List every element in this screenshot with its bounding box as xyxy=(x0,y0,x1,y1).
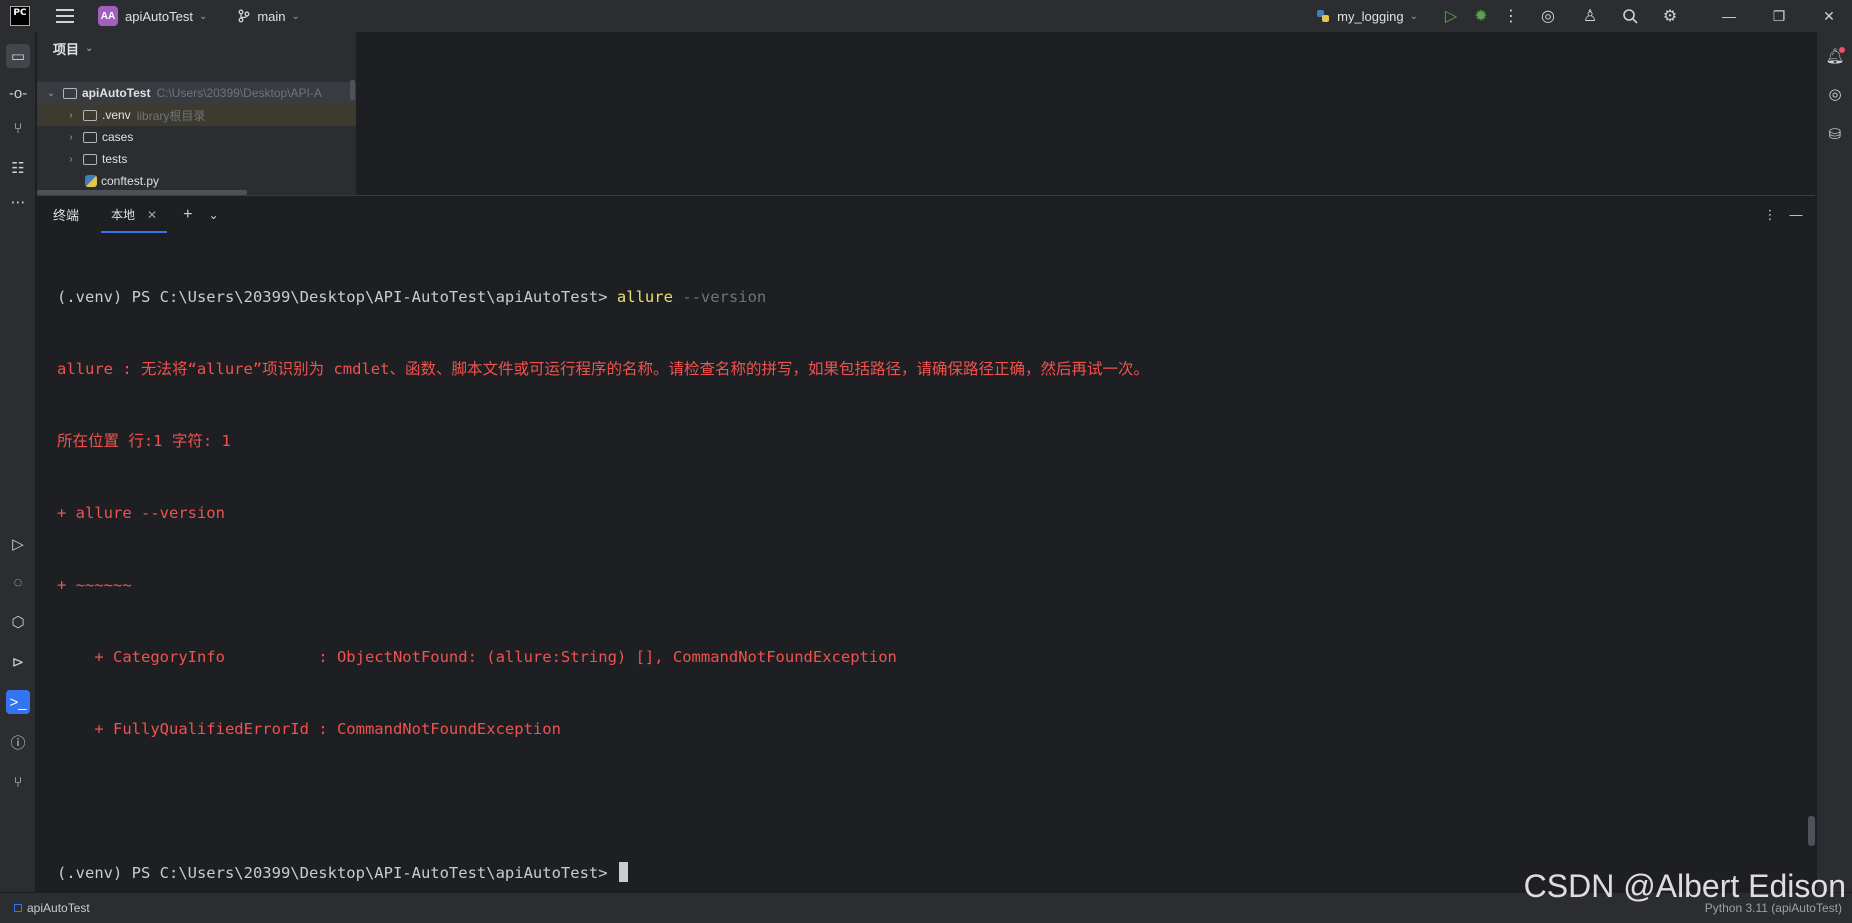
services-icon[interactable]: ⊳ xyxy=(6,650,30,674)
tree-item-cases[interactable]: › cases xyxy=(37,126,356,148)
pull-requests-icon[interactable]: ⑂ xyxy=(6,116,30,140)
python-icon xyxy=(1317,10,1330,22)
run-config-selector[interactable]: my_logging ⌄ xyxy=(1315,8,1418,24)
expand-arrow-icon[interactable]: › xyxy=(65,132,77,143)
command: allure xyxy=(616,288,673,306)
terminal-panel: 终端 本地 ✕ + ⌄ ⋮ — (.venv) PS C:\Users\2039… xyxy=(37,195,1815,892)
error-line: + CategoryInfo : ObjectNotFound: (allure… xyxy=(57,648,897,666)
collapse-arrow-icon[interactable]: ⌄ xyxy=(45,88,57,99)
project-panel-title: 项目 xyxy=(53,41,80,57)
terminal-icon[interactable]: >_ xyxy=(6,690,30,714)
terminal-line: (.venv) PS C:\Users\20399\Desktop\API-Au… xyxy=(57,285,1815,309)
more-icon[interactable]: ⋮ xyxy=(1496,0,1526,32)
expand-arrow-icon[interactable]: › xyxy=(65,110,77,121)
status-breadcrumb[interactable]: apiAutoTest xyxy=(14,901,90,915)
chevron-down-icon: ⌄ xyxy=(291,10,300,22)
project-folder-icon[interactable]: ▭ xyxy=(6,44,30,68)
debug-icon[interactable]: ✹ xyxy=(1466,0,1496,32)
branch-selector[interactable]: main ⌄ xyxy=(237,9,300,24)
project-selector[interactable]: AA apiAutoTest ⌄ xyxy=(98,6,207,26)
notifications-icon[interactable]: 🔔︎ xyxy=(1823,44,1847,68)
error-line: allure : 无法将“allure”项识别为 cmdlet、函数、脚本文件或… xyxy=(57,360,1149,378)
folder-icon xyxy=(83,153,97,165)
editor-area[interactable] xyxy=(358,32,1815,195)
tree-root-path: C:\Users\20399\Desktop\API-A xyxy=(156,86,322,100)
tree-item-label: conftest.py xyxy=(101,174,160,188)
tree-item-label: .venv xyxy=(102,108,131,122)
command-arg: --version xyxy=(672,288,767,306)
error-line: 所在位置 行:1 字符: 1 xyxy=(57,432,231,450)
right-tool-strip: 🔔︎ ◎ ⛁ xyxy=(1816,32,1852,892)
hide-panel-icon[interactable]: — xyxy=(1783,207,1809,222)
prompt: (.venv) PS C:\Users\20399\Desktop\API-Au… xyxy=(57,864,617,882)
terminal-title: 终端 xyxy=(53,208,80,223)
chevron-down-icon: ⌄ xyxy=(198,10,208,22)
project-badge: AA xyxy=(98,6,118,26)
watermark: CSDN @Albert Edison xyxy=(1523,868,1846,904)
module-icon xyxy=(14,904,22,912)
tree-root[interactable]: ⌄ apiAutoTest C:\Users\20399\Desktop\API… xyxy=(37,82,356,104)
branch-name: main xyxy=(257,8,286,24)
left-tool-strip: ▭ -o- ⑂ ☷ ⋯ ▷ ◌ ⬡ ⊳ >_ ⓘ ⑂ xyxy=(0,32,36,892)
text-cursor xyxy=(618,862,628,882)
tree-item-note: library根目录 xyxy=(136,108,206,123)
close-icon[interactable]: ✕ xyxy=(1806,0,1852,32)
ai-chat-icon[interactable]: ◎ xyxy=(1823,82,1847,106)
settings-icon[interactable]: ⚙ xyxy=(1650,0,1690,32)
tree-item-venv[interactable]: › .venv library根目录 xyxy=(37,104,356,126)
title-bar: PC AA apiAutoTest ⌄ main ⌄ my_logging ⌄ … xyxy=(0,0,1852,32)
search-icon[interactable] xyxy=(1610,0,1650,32)
chevron-down-icon[interactable]: ⌄ xyxy=(208,208,218,222)
restore-icon[interactable]: ❐ xyxy=(1756,0,1802,32)
project-panel-header[interactable]: 项目 ⌄ xyxy=(37,32,356,64)
problems-icon[interactable]: ⓘ xyxy=(6,730,30,754)
folder-icon xyxy=(83,131,97,143)
folder-icon xyxy=(83,109,97,121)
vertical-scrollbar[interactable] xyxy=(350,80,355,100)
tree-item-conftest[interactable]: conftest.py xyxy=(37,170,356,192)
run-config-name: my_logging xyxy=(1337,8,1404,24)
tab-local[interactable]: 本地 ✕ xyxy=(101,196,168,233)
status-project-name: apiAutoTest xyxy=(27,901,90,915)
tree-item-label: cases xyxy=(102,130,134,144)
run-icon[interactable]: ▷ xyxy=(1436,0,1466,32)
more-tools-icon[interactable]: ⋯ xyxy=(6,190,30,214)
error-line: + allure --version xyxy=(57,504,225,522)
menu-icon[interactable] xyxy=(56,9,74,23)
options-icon[interactable]: ⋮ xyxy=(1757,207,1783,223)
ai-assistant-icon[interactable]: ◎ xyxy=(1526,0,1570,32)
tree-item-label: tests xyxy=(102,152,128,166)
minimize-icon[interactable]: — xyxy=(1706,0,1752,32)
branch-icon xyxy=(238,9,250,23)
project-name: apiAutoTest xyxy=(125,8,193,24)
pycharm-logo: PC xyxy=(10,6,30,26)
tree-item-tests[interactable]: › tests xyxy=(37,148,356,170)
expand-arrow-icon[interactable]: › xyxy=(65,154,77,165)
error-line: + ~~~~~~ xyxy=(57,576,132,594)
chevron-down-icon: ⌄ xyxy=(1409,10,1418,22)
close-tab-icon[interactable]: ✕ xyxy=(147,208,157,222)
commit-icon[interactable]: -o- xyxy=(6,81,30,105)
python-packages-icon[interactable]: ⬡ xyxy=(6,610,30,634)
error-line: + FullyQualifiedErrorId : CommandNotFoun… xyxy=(57,720,561,738)
tab-local-label: 本地 xyxy=(111,208,136,222)
database-icon[interactable]: ⛁ xyxy=(1823,122,1847,146)
add-tab-icon[interactable]: + xyxy=(183,206,192,224)
folder-icon xyxy=(63,87,77,99)
chevron-down-icon: ⌄ xyxy=(85,42,94,54)
terminal-scrollbar[interactable] xyxy=(1808,816,1815,846)
terminal-output[interactable]: (.venv) PS C:\Users\20399\Desktop\API-Au… xyxy=(37,233,1815,923)
project-panel: 项目 ⌄ ⌄ apiAutoTest C:\Users\20399\Deskto… xyxy=(37,32,357,195)
terminal-tab-bar: 终端 本地 ✕ + ⌄ ⋮ — xyxy=(37,196,1815,233)
python-console-icon[interactable]: ◌ xyxy=(6,570,30,594)
git-icon[interactable]: ⑂ xyxy=(6,770,30,794)
python-file-icon xyxy=(85,175,97,187)
add-user-icon[interactable]: ♙ xyxy=(1570,0,1610,32)
structure-icon[interactable]: ☷ xyxy=(6,156,30,180)
run-tool-icon[interactable]: ▷ xyxy=(6,532,30,556)
tree-root-name: apiAutoTest xyxy=(82,86,151,100)
prompt: (.venv) PS C:\Users\20399\Desktop\API-Au… xyxy=(57,288,617,306)
